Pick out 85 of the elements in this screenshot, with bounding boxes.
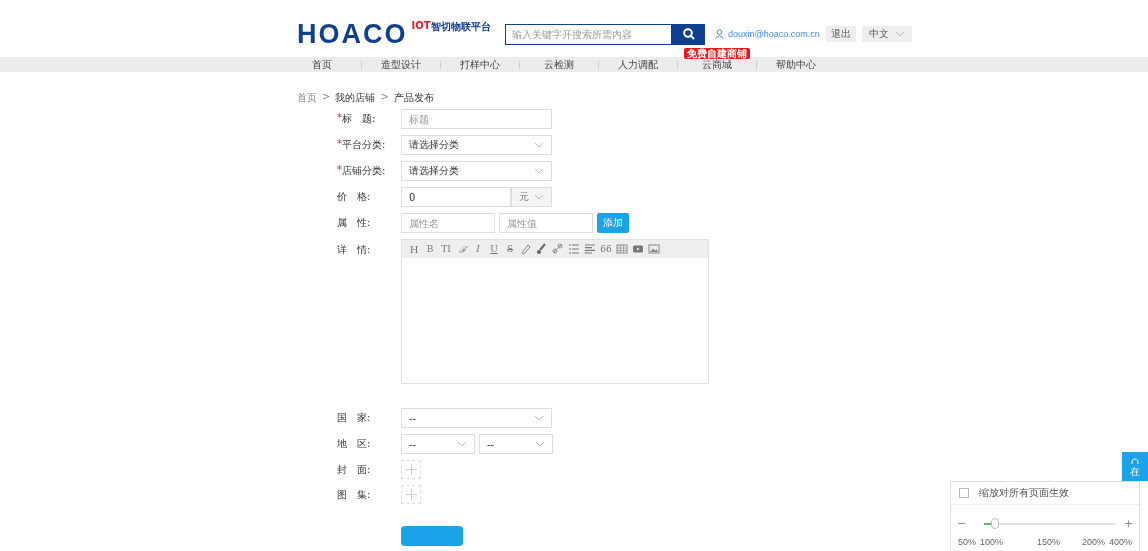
attribute-input[interactable]: 属性值 bbox=[499, 213, 593, 233]
zoom-tick-label: 150% bbox=[1037, 537, 1061, 547]
field-label: 封 面: bbox=[337, 462, 371, 477]
slider-thumb[interactable] bbox=[990, 517, 999, 529]
search-icon bbox=[682, 28, 695, 40]
align-icon[interactable] bbox=[584, 243, 596, 255]
nav-link[interactable]: 首页 bbox=[312, 58, 332, 71]
logout-button[interactable]: 退出 bbox=[825, 26, 856, 42]
search-button[interactable] bbox=[672, 23, 705, 45]
chevron-down-icon bbox=[534, 194, 544, 200]
nav-link[interactable]: 打样中心 bbox=[460, 58, 500, 71]
category-select[interactable]: 请选择分类 bbox=[401, 161, 552, 181]
format-button[interactable]: 66 bbox=[600, 244, 612, 254]
format-button[interactable]: U bbox=[488, 244, 500, 254]
field-label: 属 性: bbox=[337, 216, 371, 230]
required-mark: * bbox=[337, 112, 342, 123]
headset-icon bbox=[1131, 458, 1139, 465]
breadcrumb-link[interactable]: 首页 bbox=[297, 91, 317, 103]
table-icon[interactable] bbox=[616, 243, 628, 255]
zoom-tick-label: 400% bbox=[1109, 537, 1133, 547]
category-select[interactable]: 请选择分类 bbox=[401, 135, 552, 155]
attribute-input[interactable]: 属性名 bbox=[401, 213, 495, 233]
chevron-down-icon bbox=[457, 441, 467, 447]
eraser-icon[interactable] bbox=[520, 243, 532, 255]
checkbox[interactable] bbox=[959, 488, 969, 498]
field-label: 图 集: bbox=[337, 487, 371, 502]
nav-link[interactable]: 帮助中心 bbox=[776, 58, 816, 71]
brush-icon[interactable] bbox=[536, 243, 548, 255]
format-button[interactable]: ℱ bbox=[456, 242, 468, 256]
currency-select[interactable]: 元 bbox=[511, 187, 552, 207]
video-icon[interactable] bbox=[632, 243, 644, 255]
search-field[interactable]: 输入关键字开搜索所需内容 bbox=[505, 23, 672, 45]
user-email-link[interactable]: douxin@hoaco.com.cn bbox=[728, 29, 820, 39]
promo-badge: 免费自建商铺 bbox=[684, 47, 750, 59]
breadcrumb-separator: > bbox=[322, 91, 331, 103]
logo: HOACO bbox=[297, 20, 408, 48]
category-select[interactable]: -- bbox=[401, 408, 552, 428]
price-input[interactable]: 0 bbox=[401, 187, 511, 207]
user-icon bbox=[715, 29, 724, 39]
field-label: 店铺分类: bbox=[342, 164, 386, 178]
field-label: 价 格: bbox=[337, 190, 371, 204]
zoom-tick-label: 200% bbox=[1082, 537, 1106, 547]
checkbox-label: 缩放对所有页面生效 bbox=[979, 486, 1069, 500]
zoom-out-button[interactable]: − bbox=[957, 517, 966, 530]
image-icon[interactable] bbox=[648, 243, 660, 255]
field-label: 详 情: bbox=[337, 243, 371, 257]
chevron-down-icon bbox=[534, 168, 544, 174]
field-label: 地 区: bbox=[337, 437, 371, 451]
nav-link[interactable]: 云商城 bbox=[702, 58, 732, 71]
format-button[interactable]: H bbox=[408, 243, 420, 255]
nav-link[interactable]: 云检测 bbox=[544, 58, 574, 71]
region-select[interactable]: -- bbox=[479, 434, 553, 454]
breadcrumb-link[interactable]: 我的店铺 bbox=[335, 91, 376, 103]
plus-icon bbox=[405, 489, 417, 500]
language-select[interactable]: 中文 bbox=[861, 26, 912, 42]
field-label: 标 题: bbox=[342, 112, 376, 126]
zoom-tick-label: 50% bbox=[958, 537, 976, 547]
region-select[interactable]: -- bbox=[401, 434, 475, 454]
link-icon[interactable] bbox=[552, 243, 564, 255]
chevron-down-icon bbox=[534, 142, 544, 148]
plus-icon bbox=[405, 464, 417, 475]
format-button[interactable]: TI bbox=[440, 244, 452, 254]
logo-tag-text: IOT bbox=[411, 20, 431, 31]
required-mark: * bbox=[337, 164, 342, 175]
upload-button[interactable] bbox=[401, 460, 421, 479]
nav-link[interactable]: 人力调配 bbox=[618, 58, 658, 71]
title-input[interactable]: 标题 bbox=[401, 109, 552, 129]
field-label: 国 家: bbox=[337, 411, 371, 425]
zoom-in-button[interactable]: + bbox=[1124, 517, 1133, 530]
chevron-down-icon bbox=[535, 441, 545, 447]
nav-link[interactable]: 造型设计 bbox=[381, 58, 421, 71]
breadcrumb-separator: > bbox=[380, 91, 389, 103]
required-mark: * bbox=[337, 138, 342, 151]
chevron-down-icon bbox=[894, 31, 905, 37]
format-button[interactable]: S bbox=[504, 244, 516, 254]
format-button[interactable]: I bbox=[472, 244, 484, 254]
field-label: 平台分类: bbox=[342, 138, 386, 152]
format-button[interactable]: B bbox=[424, 244, 436, 254]
rich-text-editor[interactable]: H B TI ℱ I U S 66 bbox=[401, 239, 709, 384]
list-icon[interactable] bbox=[568, 243, 580, 255]
chevron-down-icon bbox=[534, 415, 544, 421]
logo-tag-text: 智切物联平台 bbox=[430, 20, 491, 34]
breadcrumb-link[interactable]: 产品发布 bbox=[393, 91, 434, 103]
upload-button[interactable] bbox=[401, 485, 421, 504]
zoom-tick-label: 100% bbox=[980, 537, 1004, 547]
